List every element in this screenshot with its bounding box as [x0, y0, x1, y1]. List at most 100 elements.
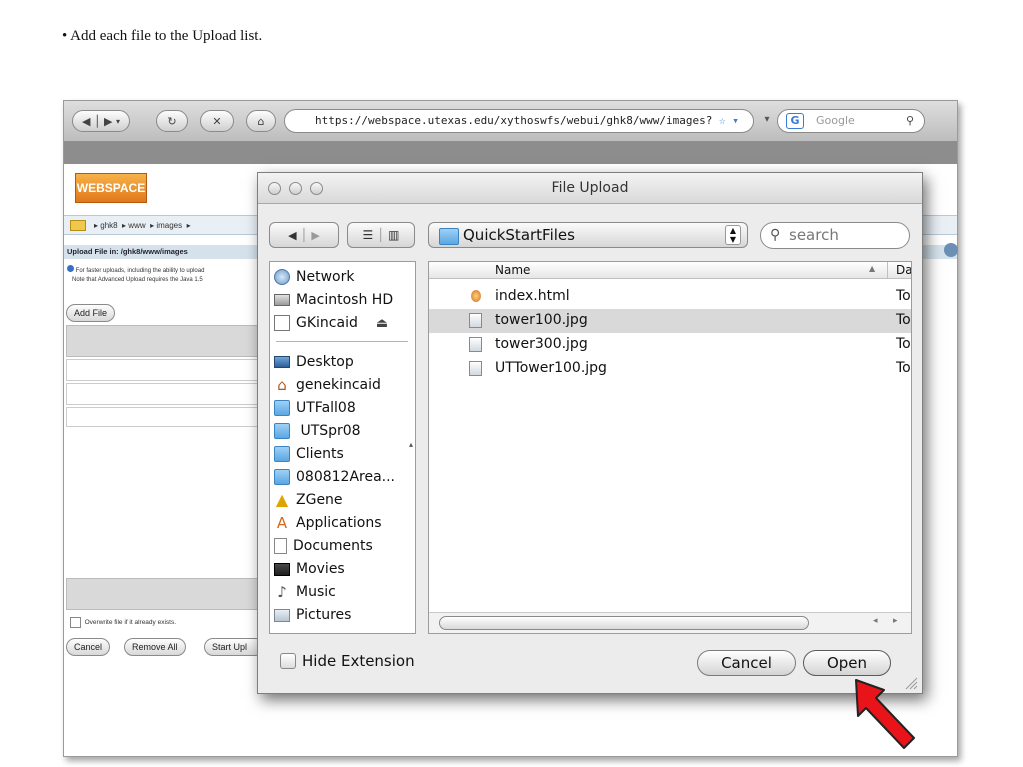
location-label: QuickStartFiles [463, 226, 575, 244]
sidebar-item-genekincaid[interactable]: ⌂ genekincaid [274, 374, 381, 396]
documents-icon [274, 538, 287, 554]
sidebar-item-music[interactable]: ♪ Music [274, 581, 336, 603]
dialog-sidebar: Network Macintosh HD GKincaid ⏏ Desktop … [269, 261, 416, 634]
sidebar-item-clients[interactable]: Clients [274, 443, 344, 465]
sidebar-resize-icon[interactable]: ▴ [409, 440, 413, 449]
file-upload-dialog: File Upload ◀ │ ▶ ☰ │ ▥ QuickStartFiles … [257, 172, 923, 694]
upload-list-row [66, 383, 268, 405]
home-icon: ⌂ [277, 376, 287, 394]
network-icon [274, 269, 290, 285]
upload-note: For faster uploads, including the abilit… [67, 265, 204, 285]
updown-arrows-icon: ▲ ▼ [725, 225, 741, 245]
desktop-icon [274, 356, 290, 368]
file-row[interactable]: index.html To [429, 285, 911, 309]
sidebar-item-label: Documents [293, 538, 373, 554]
cancel-upload-button[interactable]: Cancel [66, 638, 111, 656]
back-forward-segment[interactable]: ◀ │ ▶ [269, 222, 339, 248]
folder-icon [274, 400, 290, 416]
sidebar-divider [276, 341, 408, 342]
location-popup[interactable]: QuickStartFiles ▲ ▼ [428, 222, 748, 248]
dialog-titlebar: File Upload [258, 173, 922, 204]
sidebar-item-label: Desktop [296, 354, 354, 370]
column-divider [887, 262, 888, 278]
horizontal-scrollbar[interactable]: ◂ ▸ [429, 612, 911, 633]
scroll-right-icon[interactable]: ▸ [893, 616, 898, 626]
movies-icon [274, 562, 290, 576]
upload-list-row [66, 407, 268, 427]
upload-list-row [66, 359, 268, 381]
back-forward-buttons[interactable]: ◀ │ ▶ ▾ [72, 110, 130, 132]
stop-button[interactable]: ✕ [200, 110, 234, 132]
sidebar-item-gkincaid[interactable]: GKincaid ⏏ [274, 312, 388, 334]
column-header-date[interactable]: Da [896, 263, 911, 277]
view-mode-segment[interactable]: ☰ │ ▥ [347, 222, 415, 248]
scrollbar-thumb[interactable] [439, 616, 809, 630]
upload-list-footer [66, 578, 268, 610]
sidebar-item-label: UTFall08 [296, 400, 356, 416]
red-arrow-icon [855, 679, 915, 749]
sidebar-item-zgene[interactable]: ▲ ZGene [274, 489, 343, 511]
image-file-icon [469, 337, 482, 352]
drive-icon [274, 315, 290, 331]
back-icon[interactable]: ◀ [288, 229, 296, 242]
overwrite-checkbox[interactable] [70, 617, 81, 628]
file-row-selected[interactable]: tower100.jpg To [429, 309, 911, 333]
remove-all-button[interactable]: Remove All [124, 638, 186, 656]
dialog-title: File Upload [551, 180, 629, 196]
sidebar-item-080812area[interactable]: 080812Area... [274, 466, 395, 488]
info-icon [67, 265, 74, 272]
sidebar-item-network[interactable]: Network [274, 266, 354, 288]
sidebar-item-documents[interactable]: Documents [274, 535, 373, 557]
note-line-2: Note that Advanced Upload requires the J… [72, 277, 203, 283]
open-button[interactable]: Open [803, 650, 891, 676]
eject-icon[interactable]: ⏏ [376, 316, 388, 331]
sidebar-item-applications[interactable]: A Applications [274, 512, 382, 534]
html-file-icon [471, 290, 481, 302]
url-text: https://webspace.utexas.edu/xythoswfs/we… [315, 114, 713, 127]
list-view-icon[interactable]: ☰ [363, 228, 374, 242]
file-name: tower100.jpg [495, 312, 588, 328]
sidebar-item-utspr08[interactable]: UTSpr08 [274, 420, 361, 442]
sidebar-item-movies[interactable]: Movies [274, 558, 345, 580]
sidebar-item-label: Macintosh HD [296, 292, 394, 308]
sidebar-item-label: Pictures [296, 607, 352, 623]
forward-icon[interactable]: ▶ [104, 115, 112, 128]
reload-button[interactable]: ↻ [156, 110, 188, 132]
add-file-button[interactable]: Add File [66, 304, 116, 322]
start-upload-button[interactable]: Start Upl [204, 638, 264, 656]
sidebar-item-pictures[interactable]: Pictures [274, 604, 351, 626]
bookmark-star-icon[interactable]: ☆ ▾ [719, 114, 739, 127]
sidebar-item-label: Applications [296, 515, 382, 531]
column-view-icon[interactable]: ▥ [388, 228, 399, 242]
hide-extension-checkbox[interactable] [280, 653, 296, 669]
breadcrumb-item[interactable]: images [156, 221, 182, 230]
overwrite-option[interactable]: Overwrite file if it already exists. [70, 617, 176, 628]
webspace-logo: WEBSPACE [75, 173, 147, 203]
hide-extension-option[interactable]: Hide Extension [280, 652, 415, 670]
file-row[interactable]: tower300.jpg To [429, 333, 911, 357]
dialog-search-field[interactable]: ⚲ search [760, 222, 910, 249]
sidebar-item-label: Movies [296, 561, 345, 577]
file-row[interactable]: UTTower100.jpg To [429, 357, 911, 381]
browser-search-field[interactable]: G Google ⚲ [777, 109, 925, 133]
hard-drive-icon [274, 294, 290, 306]
url-bar[interactable]: https://webspace.utexas.edu/xythoswfs/we… [284, 109, 754, 133]
sidebar-item-label: UTSpr08 [296, 423, 361, 439]
breadcrumb-item[interactable]: www [128, 221, 145, 230]
sidebar-item-macintosh-hd[interactable]: Macintosh HD [274, 289, 393, 311]
sidebar-item-desktop[interactable]: Desktop [274, 351, 354, 373]
chevron-down-icon[interactable]: ▾ [116, 117, 120, 126]
reload-icon: ↻ [167, 114, 177, 128]
music-icon: ♪ [277, 583, 287, 601]
column-header-name[interactable]: Name [495, 263, 530, 277]
back-icon[interactable]: ◀ [82, 115, 90, 128]
folder-icon [70, 220, 86, 231]
sidebar-item-utfall08[interactable]: UTFall08 [274, 397, 356, 419]
scroll-left-icon[interactable]: ◂ [873, 616, 878, 626]
home-button[interactable]: ⌂ [246, 110, 276, 132]
help-icon[interactable] [944, 243, 958, 257]
magnifier-icon: ⚲ [770, 227, 781, 243]
breadcrumb-item[interactable]: ghk8 [100, 221, 117, 230]
cancel-button[interactable]: Cancel [697, 650, 796, 676]
forward-icon[interactable]: ▶ [311, 229, 319, 242]
